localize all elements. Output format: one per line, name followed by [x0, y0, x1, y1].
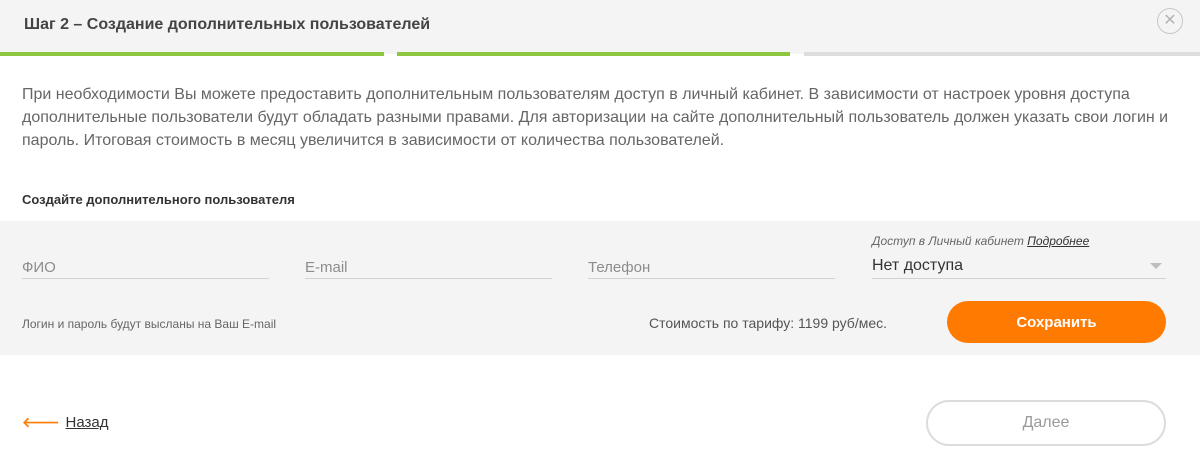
progress-step-2 [397, 52, 790, 56]
access-more-link[interactable]: Подробнее [1027, 234, 1089, 248]
close-button[interactable]: ✕ [1157, 8, 1183, 34]
chevron-down-icon [1150, 263, 1162, 269]
back-link[interactable]: 🡐 Назад [22, 414, 109, 431]
modal-window: Шаг 2 – Создание дополнительных пользова… [0, 0, 1200, 476]
access-level-value: Нет доступа [872, 257, 963, 274]
arrow-left-icon: 🡐 [22, 414, 60, 430]
modal-title: Шаг 2 – Создание дополнительных пользова… [24, 16, 431, 33]
fio-input[interactable] [22, 257, 269, 279]
progress-step-1 [0, 52, 384, 56]
access-label-text: Доступ в Личный кабинет [872, 234, 1024, 248]
tariff-price: Стоимость по тарифу: 1199 руб/мес. [649, 315, 888, 331]
close-icon: ✕ [1163, 12, 1177, 29]
access-level-select[interactable]: Нет доступа [872, 253, 1166, 279]
credentials-note: Логин и пароль будут высланы на Ваш E-ma… [22, 317, 277, 331]
description-text: При необходимости Вы можете предоставить… [22, 86, 1169, 149]
back-link-label: Назад [65, 414, 109, 431]
user-form-panel: Доступ в Личный кабинет Подробнее Нет до… [0, 221, 1200, 355]
progress-step-3 [804, 52, 1200, 56]
form-title: Создайте дополнительного пользователя [22, 192, 295, 207]
email-input[interactable] [305, 257, 552, 279]
save-button[interactable]: Сохранить [947, 301, 1166, 343]
modal-header: Шаг 2 – Создание дополнительных пользова… [0, 0, 1200, 54]
phone-input[interactable] [588, 257, 835, 279]
access-label: Доступ в Личный кабинет Подробнее [872, 234, 1089, 248]
next-button[interactable]: Далее [926, 400, 1166, 446]
